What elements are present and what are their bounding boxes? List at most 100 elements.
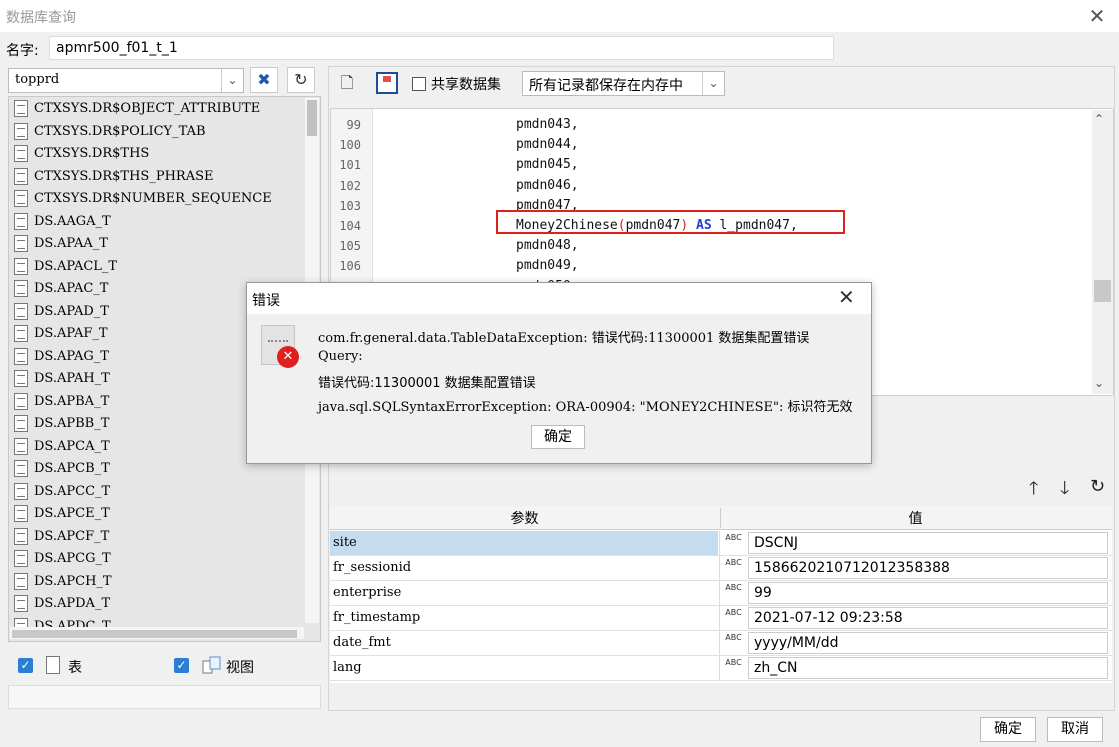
type-icon[interactable]: ABC (719, 556, 747, 580)
table-list-vscroll-thumb[interactable] (307, 100, 317, 136)
type-icon[interactable]: ABC (719, 656, 747, 680)
chevron-down-icon[interactable]: ⌄ (221, 69, 243, 92)
param-value-input[interactable]: 99 (748, 582, 1108, 604)
table-list-item[interactable]: DS.APCF_T (12, 526, 304, 548)
param-name: fr_timestamp (333, 610, 421, 625)
table-name: DS.APCA_T (34, 438, 110, 454)
type-icon[interactable]: ABC (719, 531, 747, 555)
save-icon[interactable] (376, 72, 398, 94)
param-value-input[interactable]: 1586620210712012358388 (748, 557, 1108, 579)
param-value-input[interactable]: 2021-07-12 09:23:58 (748, 607, 1108, 629)
table-list-item[interactable]: DS.APCC_T (12, 481, 304, 503)
table-name: DS.APCF_T (34, 528, 110, 544)
connection-settings-button[interactable]: ✖ (250, 67, 278, 93)
code-line: pmdn048, (516, 238, 579, 254)
table-list-item[interactable]: DS.APACL_T (12, 256, 304, 278)
move-down-icon[interactable]: 🡓 (1060, 476, 1069, 506)
param-row[interactable]: fr_timestamp ABC 2021-07-12 09:23:58 (330, 606, 1112, 631)
table-list-hscroll-thumb[interactable] (12, 630, 297, 638)
refresh-icon[interactable]: ↻ (287, 67, 315, 93)
type-icon[interactable]: ABC (719, 631, 747, 655)
chevron-down-icon[interactable]: ⌄ (702, 72, 724, 95)
table-list-item[interactable]: CTXSYS.DR$THS_PHRASE (12, 166, 304, 188)
name-input[interactable]: apmr500_f01_t_1 (49, 36, 834, 60)
line-number: 99 (346, 118, 361, 132)
table-icon (46, 656, 60, 674)
table-list-item[interactable]: CTXSYS.DR$NUMBER_SEQUENCE (12, 188, 304, 210)
table-name: DS.APDA_T (34, 596, 111, 611)
memory-mode-select[interactable]: 所有记录都保存在内存中 ⌄ (522, 71, 725, 96)
scroll-up-icon[interactable]: ⌃ (1094, 112, 1104, 126)
table-name: CTXSYS.DR$OBJECT_ATTRIBUTE (34, 101, 261, 116)
param-value-input[interactable]: yyyy/MM/dd (748, 632, 1108, 654)
table-list-item[interactable]: DS.APCH_T (12, 571, 304, 593)
table-name: CTXSYS.DR$THS (34, 146, 150, 161)
table-icon (14, 482, 28, 500)
code-line: pmdn049, (516, 258, 579, 274)
param-row[interactable]: enterprise ABC 99 (330, 581, 1112, 606)
close-icon[interactable]: ✕ (1085, 4, 1109, 28)
editor-vscrollbar[interactable] (1092, 110, 1113, 394)
line-number: 102 (339, 178, 361, 193)
show-views-checkbox[interactable]: ✓ (174, 658, 189, 673)
cancel-button[interactable]: 取消 (1047, 717, 1103, 742)
show-tables-checkbox[interactable]: ✓ (18, 658, 33, 673)
table-name: DS.APACL_T (34, 258, 118, 274)
param-row[interactable]: site ABC DSCNJ (330, 531, 1112, 556)
close-icon[interactable]: ✕ (838, 285, 855, 309)
line-number: 103 (339, 198, 361, 213)
param-row[interactable]: lang ABC zh_CN (330, 656, 1112, 681)
memory-mode-value: 所有记录都保存在内存中 (529, 78, 683, 94)
param-name: enterprise (333, 585, 402, 600)
editor-vscroll-thumb[interactable] (1094, 280, 1111, 302)
highlight-box (496, 210, 845, 234)
refresh-params-icon[interactable]: ↻ (1090, 476, 1105, 497)
error-message-line: com.fr.general.data.TableDataException: … (318, 331, 810, 346)
line-number: 101 (339, 158, 361, 173)
table-list-item[interactable]: DS.APDA_T (12, 593, 304, 615)
param-row[interactable]: fr_sessionid ABC 1586620210712012358388 (330, 556, 1112, 581)
table-list-item[interactable]: DS.APCG_T (12, 548, 304, 570)
error-ok-button[interactable]: 确定 (531, 425, 585, 449)
scroll-down-icon[interactable]: ⌄ (1094, 376, 1104, 390)
param-column-header: 参数 (510, 511, 539, 527)
type-icon-label: ABC (725, 658, 742, 667)
table-icon (14, 167, 28, 185)
error-dialog-title: 错误 (252, 293, 280, 309)
window-title: 数据库查询 (6, 10, 76, 26)
param-name: fr_sessionid (333, 560, 412, 575)
table-icon (14, 100, 28, 117)
table-name: DS.APCC_T (34, 483, 111, 499)
table-name: DS.APAD_T (34, 303, 109, 319)
table-icon (14, 145, 28, 162)
connection-select[interactable]: topprd ⌄ (8, 68, 244, 93)
param-value-input[interactable]: zh_CN (748, 657, 1108, 679)
table-icon (14, 392, 28, 410)
table-name: DS.APBB_T (34, 416, 110, 431)
ok-button[interactable]: 确定 (980, 717, 1036, 742)
table-name: DS.APCG_T (34, 551, 111, 566)
type-icon-label: ABC (725, 608, 742, 617)
table-list-item[interactable]: CTXSYS.DR$OBJECT_ATTRIBUTE (12, 98, 304, 120)
param-value-input[interactable]: DSCNJ (748, 532, 1108, 554)
error-icon: ✕ (277, 346, 299, 368)
table-list-item[interactable]: CTXSYS.DR$THS (12, 143, 304, 165)
line-number: 105 (339, 239, 361, 254)
table-filter-input[interactable] (8, 685, 321, 709)
table-icon (14, 460, 28, 477)
show-views-label: 视图 (226, 660, 254, 676)
param-row[interactable]: date_fmt ABC yyyy/MM/dd (330, 631, 1112, 656)
table-icon (14, 190, 28, 207)
table-list-item[interactable]: DS.APAA_T (12, 233, 304, 255)
type-icon[interactable]: ABC (719, 606, 747, 630)
type-icon[interactable]: ABC (719, 581, 747, 605)
table-icon (14, 212, 28, 230)
table-name: DS.AAGA_T (34, 213, 111, 229)
move-up-icon[interactable]: 🡑 (1029, 476, 1038, 506)
preview-icon[interactable]: 🗋 (336, 70, 358, 96)
table-list-item[interactable]: CTXSYS.DR$POLICY_TAB (12, 121, 304, 143)
table-name: DS.APCH_T (34, 573, 112, 589)
table-list-item[interactable]: DS.APCE_T (12, 503, 304, 525)
share-dataset-checkbox[interactable] (412, 77, 426, 91)
table-list-item[interactable]: DS.AAGA_T (12, 211, 304, 233)
